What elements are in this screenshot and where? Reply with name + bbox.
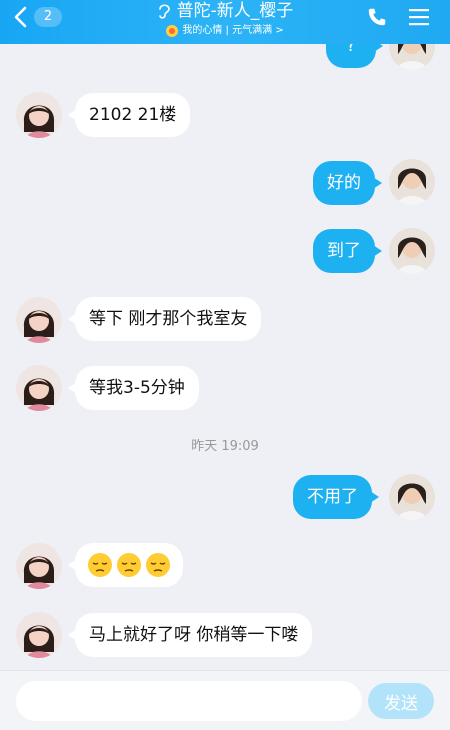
mood-icon: [166, 25, 179, 37]
contact-avatar[interactable]: [16, 297, 62, 343]
contact-avatar[interactable]: [16, 365, 62, 411]
message-bubble-outgoing[interactable]: 不用了: [293, 475, 379, 519]
send-button[interactable]: 发送: [368, 683, 434, 719]
message-timestamp: 昨天 19:09: [191, 439, 259, 454]
message-bubble-outgoing[interactable]: 好的: [313, 161, 382, 205]
pensive-face-emoji: [146, 553, 170, 577]
phone-icon[interactable]: [366, 6, 388, 28]
pensive-face-emoji: [117, 553, 141, 577]
message-bubble-outgoing[interactable]: ?: [326, 44, 383, 68]
composer-bar: 发送: [0, 670, 450, 730]
message-bubble-incoming[interactable]: 马上就好了呀 你稍等一下喽: [67, 613, 313, 657]
message-bubble-outgoing[interactable]: 到了: [313, 229, 382, 273]
message-bubble-incoming[interactable]: 2102 21楼: [67, 93, 191, 137]
message-list[interactable]: ? 2102 21楼 好的 到了 等下 刚才那个我室友 等我3-5分钟 昨天 1…: [0, 44, 450, 670]
mood-status: 我的心情 | 元气满满 >: [182, 25, 284, 36]
message-bubble-incoming[interactable]: 等下 刚才那个我室友: [67, 297, 262, 341]
pensive-face-emoji: [88, 553, 112, 577]
my-avatar[interactable]: [389, 474, 435, 520]
contact-avatar[interactable]: [16, 612, 62, 658]
menu-icon[interactable]: [408, 8, 430, 26]
contact-avatar[interactable]: [16, 543, 62, 589]
my-avatar[interactable]: [389, 44, 435, 70]
message-bubble-incoming-emoji[interactable]: [68, 543, 183, 587]
contact-avatar[interactable]: [16, 92, 62, 138]
message-bubble-incoming[interactable]: 等我3-5分钟: [68, 366, 199, 410]
my-avatar[interactable]: [389, 228, 435, 274]
chat-title: 普陀-新人_樱子: [176, 1, 294, 21]
my-avatar[interactable]: [389, 159, 435, 205]
chat-header: 2 普陀-新人_樱子 我的心情 | 元气满满 >: [0, 0, 450, 44]
message-input[interactable]: [16, 681, 362, 721]
hearing-ear-icon: [158, 4, 170, 19]
